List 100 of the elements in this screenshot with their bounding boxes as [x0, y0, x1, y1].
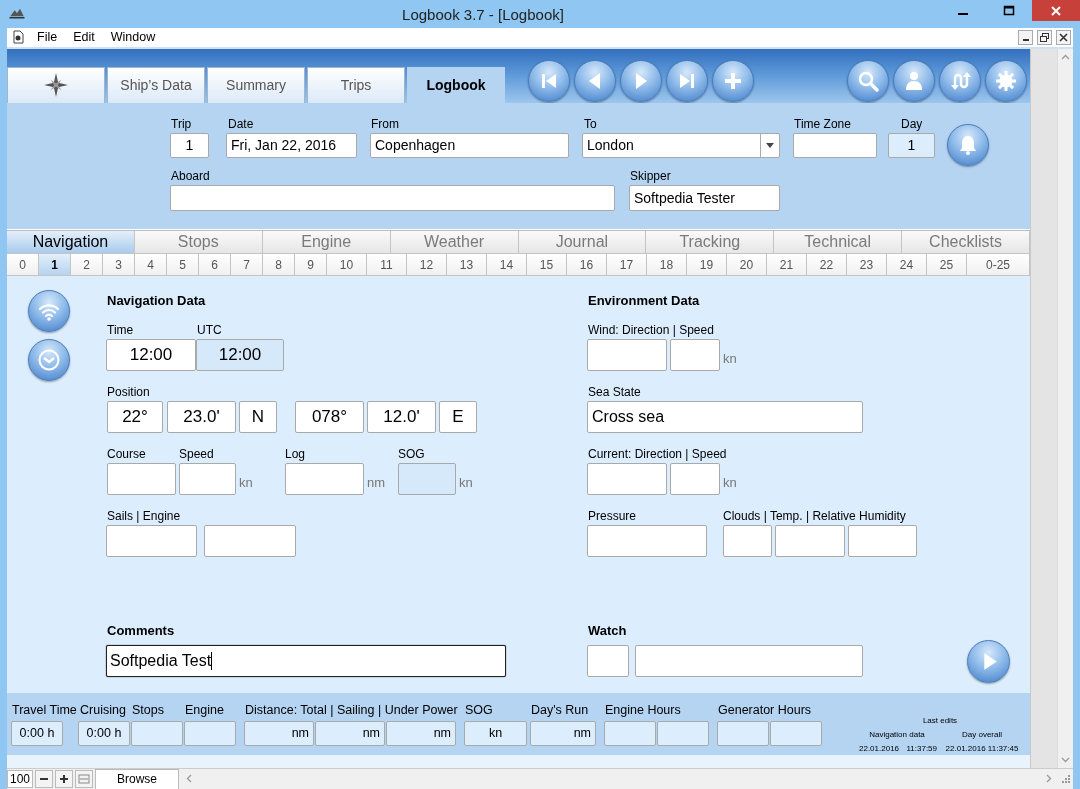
day-tab[interactable]: 0: [7, 254, 39, 277]
input-field[interactable]: 12:00: [106, 339, 196, 372]
tab[interactable]: Ship’s Data: [107, 66, 205, 103]
first-record-button[interactable]: [528, 59, 570, 102]
input-field[interactable]: [184, 720, 236, 746]
day-tab[interactable]: 23: [847, 254, 887, 277]
tab[interactable]: [7, 66, 105, 103]
day-tab[interactable]: 12: [407, 254, 447, 277]
section-tab[interactable]: Journal: [518, 231, 647, 255]
input-field[interactable]: Cross sea: [587, 401, 863, 434]
input-field[interactable]: [635, 645, 863, 678]
day-tab[interactable]: 18: [647, 254, 687, 277]
menu-item[interactable]: Window: [102, 30, 164, 45]
day-tab[interactable]: 11: [367, 254, 407, 277]
day-tab[interactable]: 24: [887, 254, 927, 277]
day-tab[interactable]: 5: [167, 254, 199, 277]
input-field[interactable]: [106, 525, 197, 558]
section-tab[interactable]: Technical: [774, 231, 903, 255]
input-field[interactable]: [131, 720, 183, 746]
input-field[interactable]: Fri, Jan 22, 2016: [226, 132, 357, 158]
input-field[interactable]: 22°: [107, 401, 163, 434]
input-field[interactable]: 23.0': [167, 401, 236, 434]
close-button[interactable]: [1056, 29, 1071, 45]
zoom-level[interactable]: 100: [7, 769, 33, 788]
day-tab[interactable]: 22: [807, 254, 847, 277]
day-tab[interactable]: 3: [103, 254, 135, 277]
day-tab[interactable]: 17: [607, 254, 647, 277]
sync-button[interactable]: [939, 59, 981, 102]
day-tab[interactable]: 4: [135, 254, 167, 277]
input-field[interactable]: [770, 720, 822, 746]
previous-button[interactable]: [574, 59, 616, 102]
day-tab[interactable]: 2: [71, 254, 103, 277]
section-tab[interactable]: Engine: [262, 231, 391, 255]
input-field[interactable]: [670, 463, 720, 496]
add-button[interactable]: [712, 59, 754, 102]
day-tab[interactable]: 25: [927, 254, 967, 277]
next-button[interactable]: [620, 59, 662, 102]
input-field[interactable]: nm: [530, 720, 596, 746]
input-field[interactable]: 0:00 h: [11, 720, 63, 746]
person-button[interactable]: [893, 59, 935, 102]
input-field[interactable]: Softpedia Tester: [629, 184, 780, 211]
input-field[interactable]: [775, 525, 845, 558]
wifi-button[interactable]: [28, 290, 70, 333]
dropdown[interactable]: London: [582, 132, 780, 158]
restore-button[interactable]: [1037, 29, 1052, 45]
alarm-button[interactable]: [947, 123, 989, 166]
input-field[interactable]: [793, 132, 877, 158]
day-tab[interactable]: 7: [231, 254, 263, 277]
day-tab[interactable]: 20: [727, 254, 767, 277]
input-field[interactable]: [170, 184, 615, 211]
input-field[interactable]: [723, 525, 772, 558]
tab[interactable]: Summary: [207, 66, 305, 103]
zoom-out-button[interactable]: [35, 769, 53, 788]
input-field[interactable]: kn: [464, 720, 527, 746]
day-tab[interactable]: 21: [767, 254, 807, 277]
input-field[interactable]: 1: [170, 132, 209, 158]
tab[interactable]: Trips: [307, 66, 405, 103]
section-tab[interactable]: Tracking: [646, 231, 775, 255]
play-button[interactable]: [967, 639, 1010, 683]
input-field[interactable]: [285, 463, 364, 496]
input-field[interactable]: nm: [315, 720, 385, 746]
input-field[interactable]: [587, 525, 707, 558]
section-tab[interactable]: Stops: [134, 231, 263, 255]
mode-tab[interactable]: Browse: [95, 768, 179, 789]
input-field[interactable]: [204, 525, 296, 558]
search-button[interactable]: [847, 59, 889, 102]
input-field[interactable]: [107, 463, 176, 496]
day-tab[interactable]: 10: [327, 254, 367, 277]
input-field[interactable]: 078°: [295, 401, 364, 434]
input-field[interactable]: N: [239, 401, 277, 434]
day-tab[interactable]: 13: [447, 254, 487, 277]
day-tab[interactable]: 6: [199, 254, 231, 277]
input-field[interactable]: 12.0': [367, 401, 436, 434]
input-field[interactable]: nm: [386, 720, 456, 746]
section-tab[interactable]: Navigation: [7, 231, 135, 255]
day-tab[interactable]: 1: [39, 254, 71, 277]
input-field[interactable]: [587, 463, 667, 496]
day-tab[interactable]: 0-25: [967, 254, 1030, 277]
last-record-button[interactable]: [666, 59, 708, 102]
input-field[interactable]: [587, 645, 629, 678]
menu-item[interactable]: Edit: [65, 30, 103, 45]
day-tab[interactable]: 15: [527, 254, 567, 277]
input-field[interactable]: Copenhagen: [370, 132, 569, 158]
input-field[interactable]: [657, 720, 709, 746]
input-field[interactable]: E: [439, 401, 477, 434]
day-tab[interactable]: 8: [263, 254, 295, 277]
input-field[interactable]: nm: [244, 720, 314, 746]
input-field[interactable]: [587, 339, 667, 372]
section-tab[interactable]: Checklists: [902, 231, 1030, 255]
settings-button[interactable]: [985, 59, 1027, 102]
input-field[interactable]: [179, 463, 236, 496]
input-field[interactable]: 0:00 h: [78, 720, 130, 746]
zoom-in-button[interactable]: [55, 769, 73, 788]
input-field[interactable]: [670, 339, 720, 372]
menu-item[interactable]: File: [29, 30, 66, 45]
day-tab[interactable]: 16: [567, 254, 607, 277]
comment-field[interactable]: Softpedia Test: [106, 645, 506, 678]
input-field[interactable]: [604, 720, 656, 746]
day-tab[interactable]: 14: [487, 254, 527, 277]
section-tab[interactable]: Weather: [390, 231, 519, 255]
